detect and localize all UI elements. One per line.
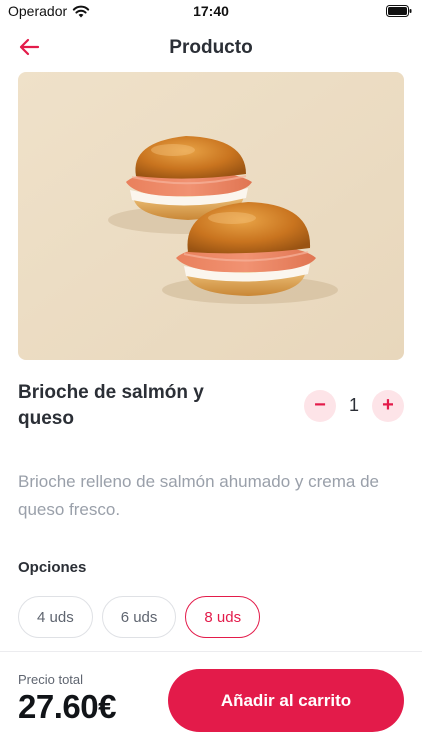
product-description: Brioche relleno de salmón ahumado y crem… (18, 472, 379, 519)
decrement-button[interactable]: − (304, 390, 336, 422)
quantity-value: 1 (348, 395, 359, 415)
option-chip[interactable]: 4 uds (18, 596, 93, 638)
status-bar: Operador 17:40 (0, 0, 422, 24)
quantity-stepper: − 1 + (304, 390, 404, 422)
battery-icon (386, 5, 412, 17)
option-chip[interactable]: 6 uds (101, 596, 177, 638)
product-name: Brioche de salmón y queso (18, 382, 204, 429)
increment-button[interactable]: + (372, 390, 404, 422)
options-title: Opciones (18, 559, 87, 576)
product-image (18, 72, 404, 360)
total-price: 27.60€ (18, 688, 116, 725)
footer-divider (0, 651, 422, 652)
status-time: 17:40 (193, 3, 229, 19)
option-chip-selected[interactable]: 8 uds (185, 596, 261, 638)
salmon-brioche-photo (18, 72, 404, 360)
add-to-cart-button[interactable]: Añadir al carrito (168, 669, 404, 732)
nav-bar: Producto (0, 28, 422, 68)
page-title: Producto (169, 37, 253, 58)
total-label: Precio total (18, 672, 84, 687)
options-list: 4 uds 6 uds 8 uds (18, 596, 261, 638)
